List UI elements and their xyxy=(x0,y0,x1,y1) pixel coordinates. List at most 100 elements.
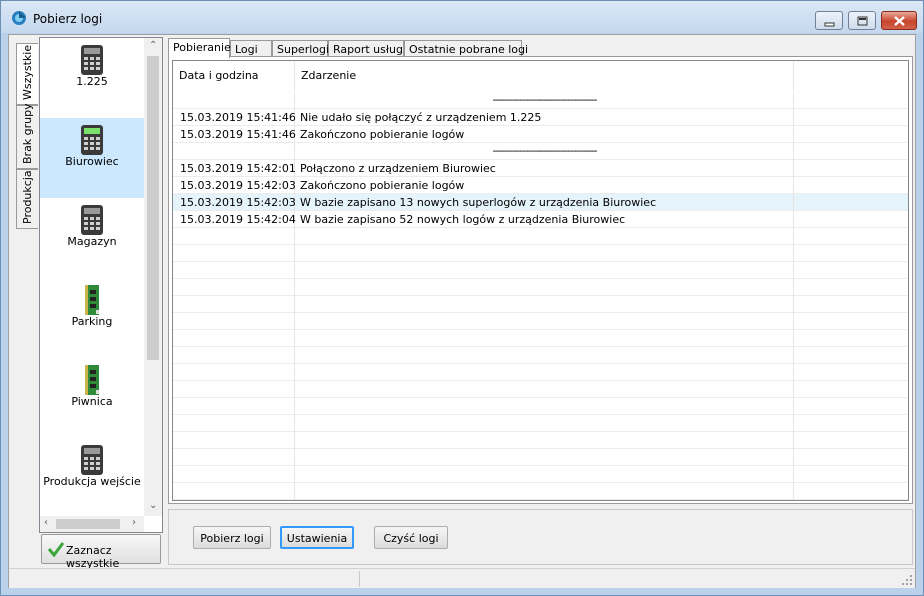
cell-datetime xyxy=(173,449,295,466)
cell-event xyxy=(295,347,794,364)
separator-line: ----------------------------------- xyxy=(492,93,598,106)
cell-datetime xyxy=(173,330,295,347)
maximize-icon xyxy=(857,16,868,26)
select-all-button[interactable]: Zaznacz wszystkie xyxy=(41,534,161,570)
minimize-icon xyxy=(824,22,835,27)
cell-datetime xyxy=(173,364,295,381)
cell-event xyxy=(295,398,794,415)
scroll-up-icon[interactable]: ⌃ xyxy=(149,40,157,51)
cell-datetime: 15.03.2019 15:42:03 xyxy=(173,177,296,194)
table-row[interactable]: 15.03.2019 15:42:01 Połączono z urządzeni… xyxy=(173,160,908,177)
empty-table-row[interactable] xyxy=(173,347,908,364)
empty-table-row[interactable] xyxy=(173,415,908,432)
empty-table-row[interactable] xyxy=(173,466,908,483)
scroll-left-icon[interactable]: ‹ xyxy=(44,517,48,528)
device-item-parking[interactable]: Parking xyxy=(40,278,144,358)
cell-datetime xyxy=(173,313,295,330)
empty-table-row[interactable] xyxy=(173,228,908,245)
cell-datetime: 15.03.2019 15:42:01 xyxy=(173,160,296,177)
maximize-button[interactable] xyxy=(848,11,876,30)
device-label: 1.225 xyxy=(76,75,108,88)
tab-raport-uslugi[interactable]: Raport usługi xyxy=(328,40,406,57)
cell-event: W bazie zapisano 52 nowych logów z urząd… xyxy=(295,211,794,228)
status-bar xyxy=(9,568,915,588)
group-tab-no-group[interactable]: Brak grupy xyxy=(16,103,38,169)
cell-event: Zakończono pobieranie logów xyxy=(295,177,794,194)
log-grid[interactable]: Data i godzina Zdarzenie ---------------… xyxy=(172,60,909,501)
table-row[interactable]: 15.03.2019 15:42:03 Zakończono pobieranie… xyxy=(173,177,908,194)
cell-event xyxy=(295,330,794,347)
group-tab-production[interactable]: Produkcja xyxy=(16,169,38,229)
empty-table-row[interactable] xyxy=(173,449,908,466)
table-row[interactable]: ----------------------------------- xyxy=(173,92,908,109)
cell-event: Połączono z urządzeniem Biurowiec xyxy=(295,160,794,177)
empty-table-row[interactable] xyxy=(173,398,908,415)
cell-datetime xyxy=(173,279,295,296)
resize-grip-icon[interactable] xyxy=(901,574,913,586)
device-item-produkcja-wejscie[interactable]: Produkcja wejście xyxy=(40,438,144,518)
tab-ostatnie-pobrane-logi[interactable]: Ostatnie pobrane logi xyxy=(404,40,528,57)
cell-event xyxy=(295,466,794,483)
empty-table-row[interactable] xyxy=(173,432,908,449)
table-row[interactable]: 15.03.2019 15:41:46 Nie udało się połączy… xyxy=(173,109,908,126)
cell-event xyxy=(295,228,794,245)
device-item-biurowiec[interactable]: Biurowiec xyxy=(40,118,144,198)
empty-table-row[interactable] xyxy=(173,483,908,500)
device-item-piwnica[interactable]: Piwnica xyxy=(40,358,144,438)
empty-table-row[interactable] xyxy=(173,262,908,279)
status-separator xyxy=(359,571,360,587)
close-button[interactable] xyxy=(881,11,917,30)
settings-button[interactable]: Ustawienia xyxy=(280,526,354,549)
cell-datetime xyxy=(173,228,295,245)
column-header-event[interactable]: Zdarzenie xyxy=(295,61,794,91)
table-row[interactable]: 15.03.2019 15:42:03 W bazie zapisano 13 n… xyxy=(173,194,908,211)
device-list-horizontal-scrollbar[interactable]: ‹ › xyxy=(40,516,144,532)
controller-board-icon xyxy=(85,365,99,395)
empty-table-row[interactable] xyxy=(173,364,908,381)
tab-superlogi[interactable]: Superlogi xyxy=(272,40,329,57)
cell-event xyxy=(295,381,794,398)
scroll-thumb[interactable] xyxy=(147,56,159,360)
cell-datetime xyxy=(173,381,295,398)
group-tab-all[interactable]: Wszystkie xyxy=(16,43,38,105)
empty-table-row[interactable] xyxy=(173,313,908,330)
table-row[interactable]: 15.03.2019 15:42:04 W bazie zapisano 52 n… xyxy=(173,211,908,228)
keypad-terminal-icon xyxy=(81,205,103,235)
empty-table-row[interactable] xyxy=(173,296,908,313)
app-icon xyxy=(12,11,26,25)
cell-event xyxy=(295,415,794,432)
cell-datetime: 15.03.2019 15:41:46 xyxy=(173,109,296,126)
tab-pobieranie[interactable]: Pobieranie xyxy=(168,38,231,58)
empty-table-row[interactable] xyxy=(173,279,908,296)
cell-datetime xyxy=(173,466,295,483)
cell-event xyxy=(295,449,794,466)
controller-board-icon xyxy=(85,285,99,315)
empty-table-row[interactable] xyxy=(173,330,908,347)
table-row[interactable]: 15.03.2019 15:41:46 Zakończono pobieranie… xyxy=(173,126,908,143)
title-bar[interactable]: Pobierz logi xyxy=(1,1,923,33)
device-item-1225[interactable]: 1.225 xyxy=(40,38,144,118)
cell-datetime: 15.03.2019 15:41:46 xyxy=(173,126,296,143)
empty-table-row[interactable] xyxy=(173,245,908,262)
main-window: Pobierz logi Wszystkie Brak grupy Produk… xyxy=(0,0,924,596)
scroll-down-icon[interactable]: ⌄ xyxy=(149,500,157,511)
cell-event xyxy=(295,245,794,262)
cell-event: W bazie zapisano 13 nowych superlogów z … xyxy=(295,194,794,211)
tab-logi[interactable]: Logi xyxy=(230,40,272,57)
column-header-datetime[interactable]: Data i godzina xyxy=(173,61,295,91)
scroll-right-icon[interactable]: › xyxy=(132,517,136,528)
clear-logs-button[interactable]: Czyść logi xyxy=(374,526,448,549)
scroll-thumb[interactable] xyxy=(56,519,120,529)
device-item-magazyn[interactable]: Magazyn xyxy=(40,198,144,278)
keypad-terminal-green-icon xyxy=(81,125,103,155)
cell-datetime xyxy=(173,262,295,279)
cell-datetime xyxy=(173,432,295,449)
minimize-button[interactable] xyxy=(815,11,843,30)
cell-event xyxy=(295,313,794,330)
empty-table-row[interactable] xyxy=(173,381,908,398)
table-row[interactable]: ----------------------------------- xyxy=(173,143,908,160)
download-logs-button[interactable]: Pobierz logi xyxy=(193,526,271,549)
device-label: Biurowiec xyxy=(65,155,119,168)
device-list[interactable]: 1.225 Biurowiec Magazyn Parking Piwnica … xyxy=(39,37,163,533)
device-list-vertical-scrollbar[interactable]: ⌃ ⌄ xyxy=(144,38,162,516)
